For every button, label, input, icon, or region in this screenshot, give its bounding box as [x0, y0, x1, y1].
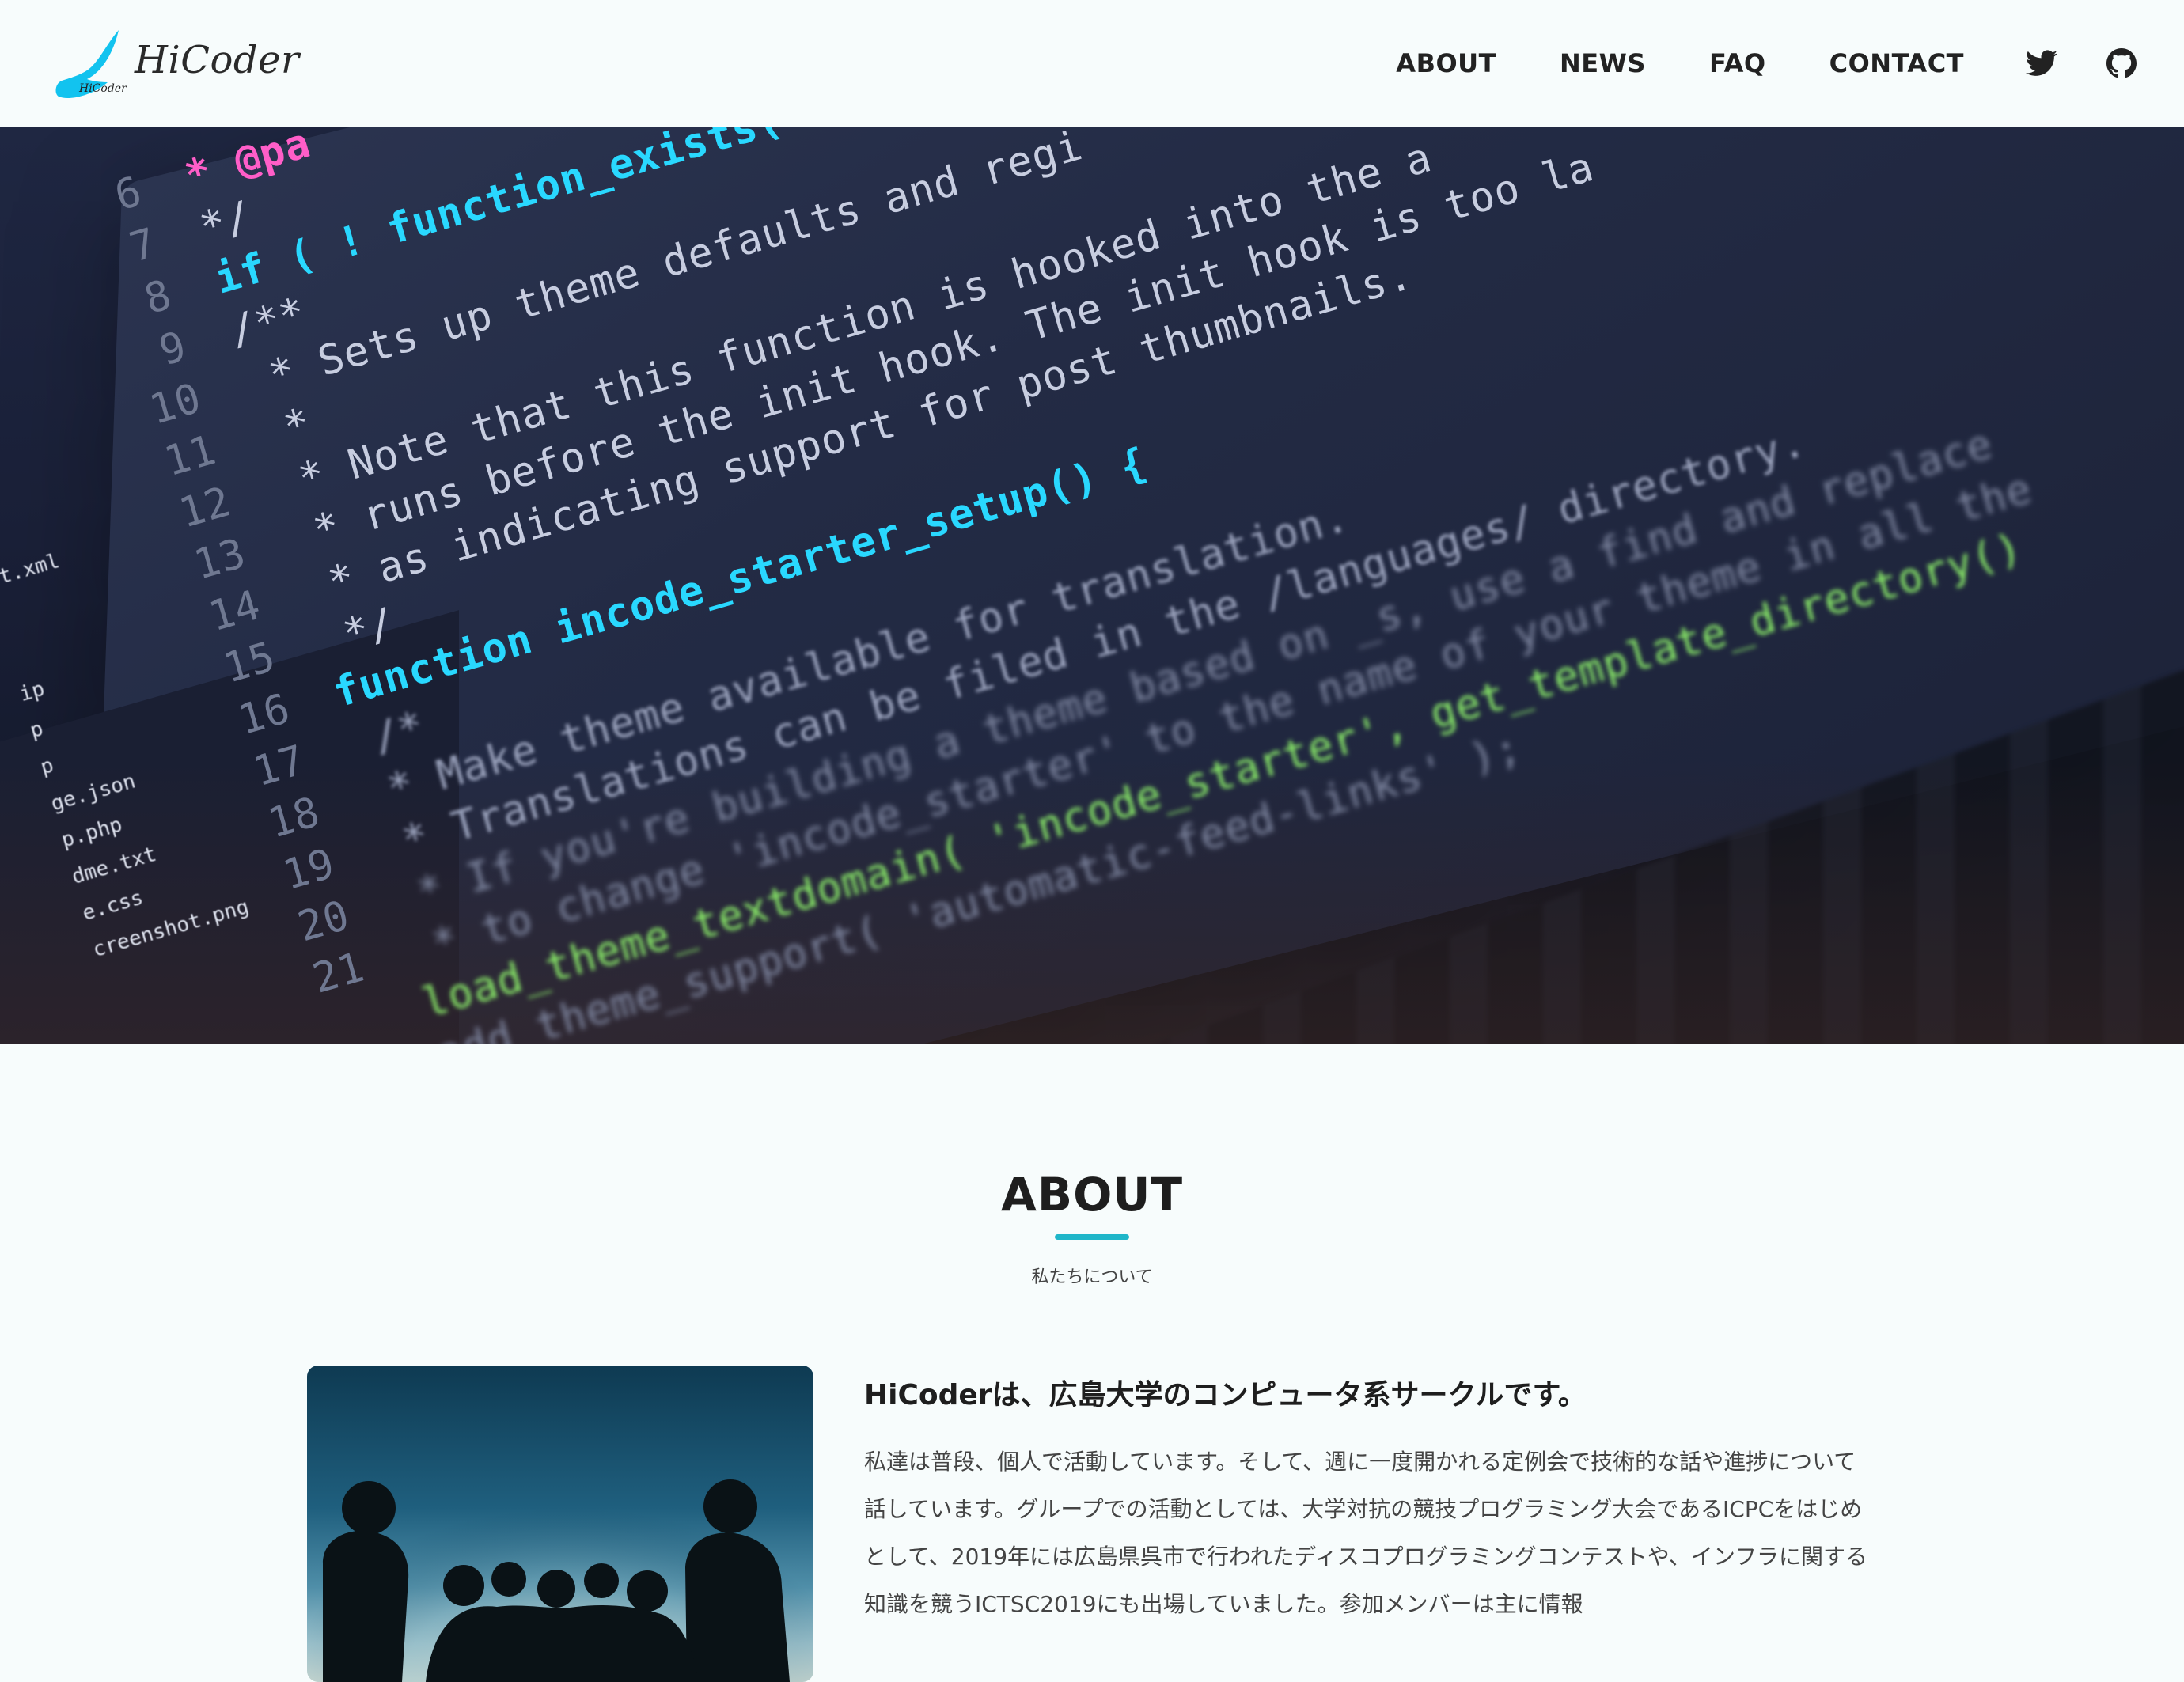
about-photo: [307, 1366, 813, 1682]
brand-logo-mini-text: HiCoder: [79, 82, 127, 95]
github-icon: [2106, 48, 2137, 78]
brand-name: HiCoder: [135, 38, 300, 82]
nav-item-news[interactable]: NEWS: [1560, 48, 1646, 78]
nav-item-contact[interactable]: CONTACT: [1829, 48, 1964, 78]
hero-image: 6 * @pa 7 */ 8 if ( ! function_exists( 9/**…: [0, 127, 2184, 1044]
twitter-link[interactable]: [2026, 50, 2057, 77]
brand-logo-link[interactable]: HiCoder HiCoder: [52, 0, 299, 127]
about-subtitle: 私たちについて: [1031, 1267, 1153, 1287]
site-header: HiCoder HiCoder ABOUT NEWS FAQ CONTACT: [0, 0, 2184, 127]
silhouettes-image: [307, 1366, 813, 1682]
about-heading: HiCoderは、広島大学のコンピュータ系サークルです。: [864, 1379, 1587, 1411]
nav-item-faq[interactable]: FAQ: [1709, 48, 1766, 78]
main-nav: ABOUT NEWS FAQ CONTACT: [1396, 48, 2137, 78]
twitter-icon: [2026, 50, 2057, 76]
github-link[interactable]: [2106, 48, 2137, 78]
about-title-underline: [1055, 1234, 1129, 1240]
brand-logo-icon: HiCoder: [52, 25, 127, 101]
about-body-text: 私達は普段、個人で活動しています。そして、週に一度開かれる定例会で技術的な話や進…: [864, 1449, 1867, 1617]
nav-item-about[interactable]: ABOUT: [1396, 48, 1496, 78]
about-title: ABOUT: [1000, 1168, 1184, 1222]
